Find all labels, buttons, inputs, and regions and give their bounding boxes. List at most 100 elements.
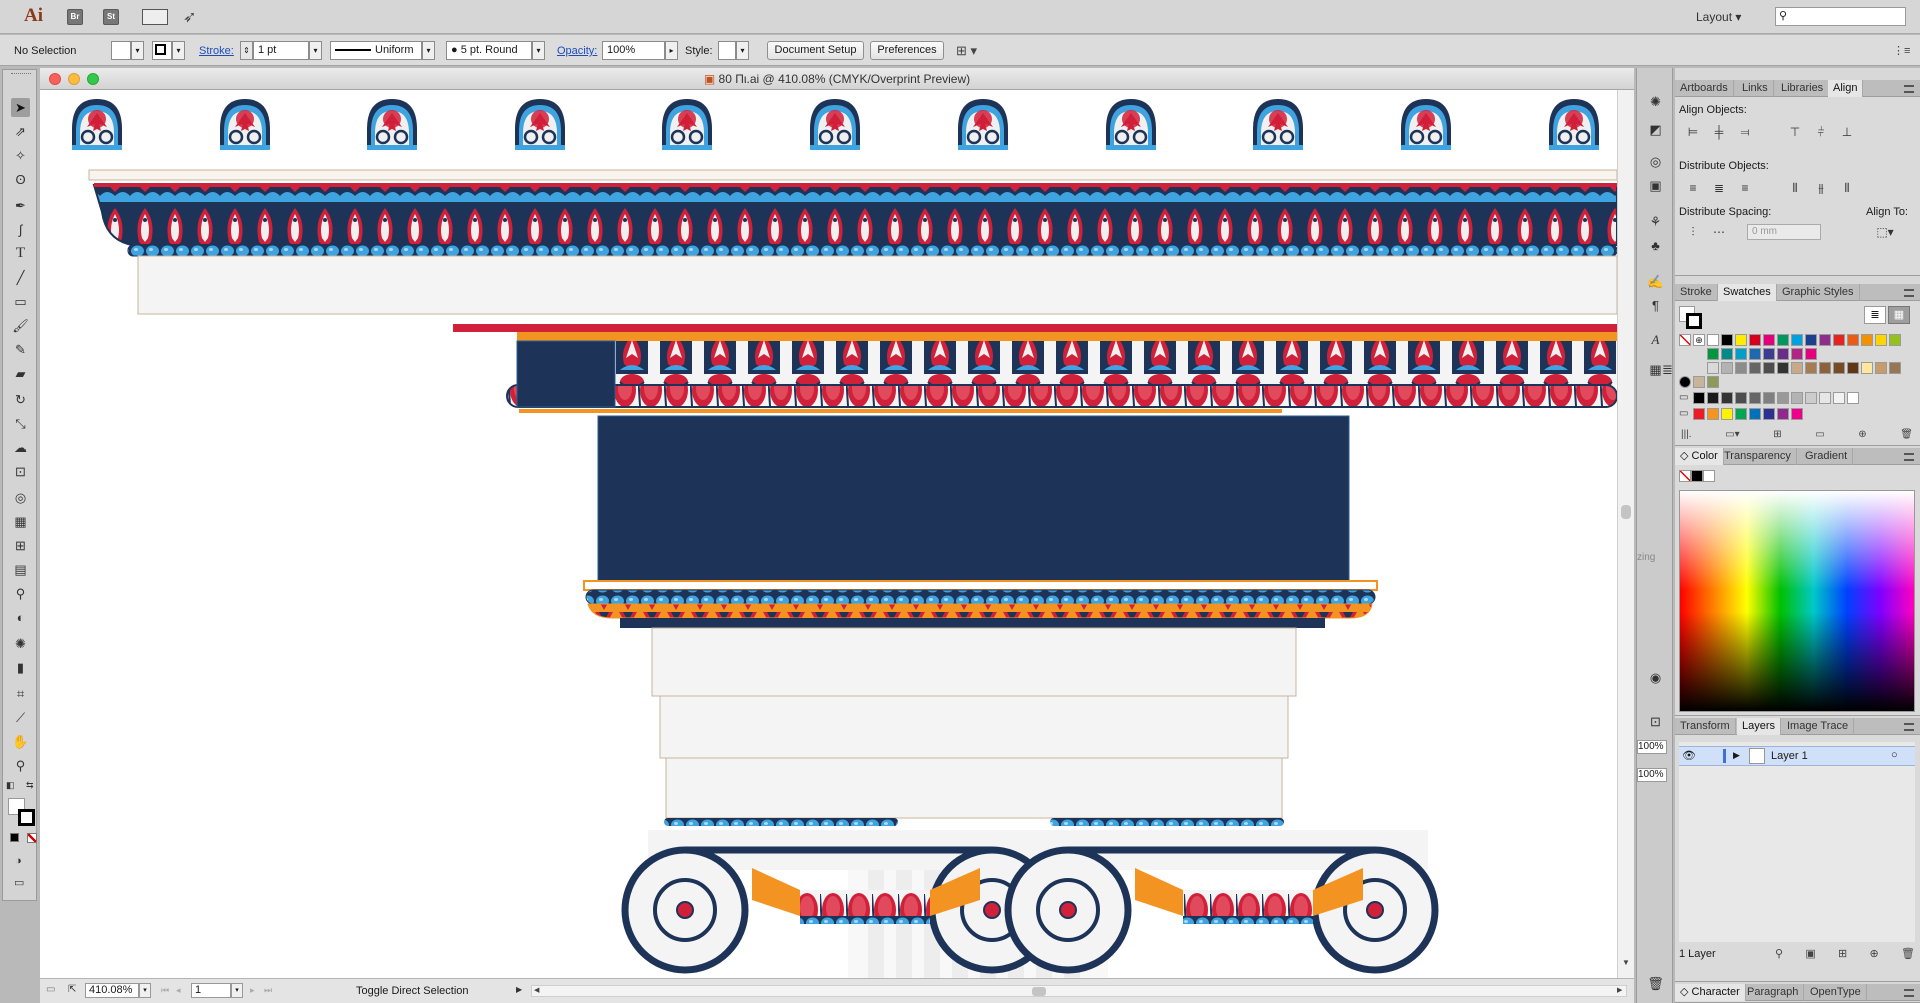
preferences-button[interactable]: Preferences (870, 41, 944, 60)
swatch-chip[interactable] (1735, 348, 1747, 360)
search-input[interactable]: ⚲ (1775, 7, 1906, 26)
color-panel-menu-icon[interactable] (1904, 453, 1914, 461)
align-right-icon[interactable]: ⫤ (1737, 124, 1753, 140)
tab-gradient[interactable]: Gradient (1800, 448, 1854, 465)
swatch-chip[interactable] (1763, 408, 1775, 420)
delete-swatch-icon[interactable]: 🗑 (1900, 429, 1913, 440)
layer-expand-arrow-icon[interactable]: ▶ (1733, 750, 1740, 761)
pen-tool-icon[interactable]: ✒ (11, 196, 30, 215)
symbol-sprayer-icon[interactable]: ✺ (11, 634, 30, 653)
line-tool-icon[interactable]: ╱ (11, 268, 30, 287)
spacing-value-field[interactable]: 0 mm (1747, 224, 1821, 240)
horizontal-distribute-space-icon[interactable]: ⋯ (1711, 224, 1727, 240)
swatch-chip[interactable] (1791, 348, 1803, 360)
slice-tool-icon[interactable]: ⟋ (11, 708, 30, 727)
vertical-distribute-space-icon[interactable]: ⫶ (1685, 224, 1701, 240)
appearance-icon[interactable]: ◩ (1646, 120, 1665, 139)
bridge-button[interactable]: Br (67, 9, 83, 25)
variable-width-profile[interactable]: Uniform (330, 41, 422, 60)
swatch-chip[interactable] (1735, 392, 1747, 404)
graphic-styles-icon[interactable]: ◎ (1646, 152, 1665, 171)
gpu-performance-icon[interactable]: ➶ (183, 7, 196, 27)
layer-visibility-eye-icon[interactable]: 👁 (1682, 749, 1696, 762)
swatch-kind-icon[interactable]: ▭▾ (1725, 429, 1739, 440)
style-dropdown[interactable]: ▾ (736, 41, 749, 60)
stock-button[interactable]: St (103, 9, 119, 25)
gradient-tool-icon[interactable]: ▤ (11, 560, 30, 579)
lasso-icon[interactable]: ʘ (11, 170, 30, 189)
tab-swatches[interactable]: Swatches (1718, 284, 1777, 301)
swatch-pattern-b[interactable] (1707, 376, 1719, 388)
swatch-chip[interactable] (1875, 362, 1887, 374)
blend-tool-icon[interactable]: ◐ (11, 608, 30, 627)
link-icon[interactable]: ⊡ (1646, 712, 1665, 731)
tab-links[interactable]: Links (1737, 80, 1774, 97)
swatch-options-icon[interactable]: ⊞ (1773, 429, 1781, 440)
profile-dropdown[interactable]: ▾ (422, 41, 435, 60)
swatch-chip[interactable] (1721, 408, 1733, 420)
shape-builder-icon[interactable]: ◎ (11, 488, 30, 507)
free-transform-icon[interactable]: ⊡ (11, 462, 30, 481)
stroke-label[interactable]: Stroke: (199, 45, 234, 57)
glyphs-icon[interactable]: A (1646, 330, 1665, 349)
swatch-libraries-icon[interactable]: |||. (1681, 429, 1692, 440)
warp-tool-icon[interactable]: ☁ (11, 438, 30, 457)
none-mode-icon[interactable] (27, 833, 37, 843)
scroll-left-arrow-icon[interactable]: ◀ (534, 986, 539, 994)
tab-opentype[interactable]: OpenType (1805, 984, 1867, 1001)
swatch-pattern-a[interactable] (1693, 376, 1705, 388)
eraser-icon[interactable]: ▰ (11, 364, 30, 383)
stroke-color-box[interactable] (18, 809, 35, 826)
swatch-chip[interactable] (1791, 408, 1803, 420)
fill-swatch[interactable] (111, 41, 131, 60)
swatch-chip[interactable] (1875, 334, 1887, 346)
artboard-canvas[interactable] (40, 90, 1617, 978)
drawing-mode-icon[interactable]: ◑ (15, 855, 22, 867)
fill-dropdown[interactable]: ▾ (131, 41, 144, 60)
swatch-chip[interactable] (1777, 362, 1789, 374)
character-panel-menu-icon[interactable] (1904, 989, 1914, 997)
delete-layer-icon[interactable]: 🗑 (1901, 947, 1915, 960)
align-horizontal-center-icon[interactable]: ╪ (1711, 124, 1727, 140)
swatch-chip[interactable] (1777, 348, 1789, 360)
opacity-field[interactable]: 100% (602, 41, 665, 60)
distribute-horizontal-center-icon[interactable]: ⫵ (1813, 180, 1829, 196)
brushes-panel-icon[interactable]: ⚘ (1646, 212, 1665, 231)
align-vertical-center-icon[interactable]: ⫩ (1813, 124, 1829, 140)
perspective-grid-icon[interactable]: ▦ (11, 512, 30, 531)
color-mode-icon[interactable] (10, 833, 19, 842)
distribute-bottom-icon[interactable]: ≡ (1737, 180, 1753, 196)
next-artboard-icon[interactable]: ▸ (250, 985, 255, 996)
swatch-chip[interactable] (1805, 334, 1817, 346)
brushes-icon[interactable]: ✺ (1646, 92, 1665, 111)
stroke-weight-dropdown[interactable]: ▾ (309, 41, 322, 60)
swatch-chip[interactable] (1833, 362, 1845, 374)
swatch-chip[interactable] (1763, 362, 1775, 374)
swatch-chip[interactable] (1749, 408, 1761, 420)
layers-panel-menu-icon[interactable] (1904, 723, 1914, 731)
align-top-icon[interactable]: ⊤ (1787, 124, 1803, 140)
small-zoom-field-b[interactable]: 100% (1637, 768, 1667, 782)
swatch-pattern-folder[interactable] (1679, 376, 1691, 388)
swatch-chip[interactable] (1707, 408, 1719, 420)
stroke-stepper[interactable]: ⇕ (240, 41, 253, 60)
swatch-chip[interactable] (1721, 362, 1733, 374)
vertical-scroll-thumb[interactable] (1621, 505, 1631, 519)
scroll-down-arrow-icon[interactable]: ▼ (1622, 958, 1630, 967)
swatch-chip[interactable] (1763, 348, 1775, 360)
swatch-chip[interactable] (1819, 334, 1831, 346)
swatch-chip[interactable] (1805, 348, 1817, 360)
brush-dropdown[interactable]: ▾ (532, 41, 545, 60)
swatch-group-brights-folder-icon[interactable]: ▭ (1679, 408, 1688, 419)
canvas-view-icon[interactable]: ▭ (46, 984, 55, 995)
document-setup-button[interactable]: Document Setup (767, 41, 864, 60)
tab-stroke[interactable]: Stroke (1675, 284, 1718, 301)
swatch-chip[interactable] (1763, 392, 1775, 404)
swatches-panel-menu-icon[interactable] (1904, 289, 1914, 297)
distribute-top-icon[interactable]: ≡ (1685, 180, 1701, 196)
swatch-chip[interactable] (1833, 334, 1845, 346)
stroke-dropdown[interactable]: ▾ (172, 41, 185, 60)
default-colors-icon[interactable]: ◧ (6, 780, 15, 791)
swatch-chip[interactable] (1707, 362, 1719, 374)
magic-wand-icon[interactable]: ✧ (11, 146, 30, 165)
